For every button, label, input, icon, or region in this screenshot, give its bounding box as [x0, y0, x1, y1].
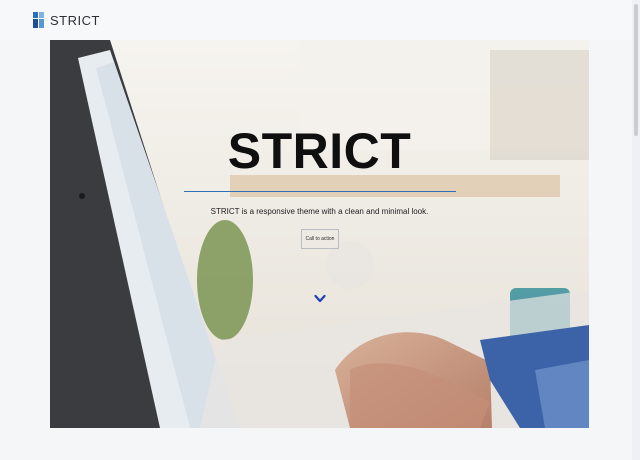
page-footer-area: [0, 428, 632, 460]
brand-name: STRICT: [50, 12, 100, 28]
hero-section: STRICT STRICT is a responsive theme with…: [50, 40, 589, 428]
scrollbar-thumb[interactable]: [634, 4, 638, 136]
top-navbar: STRICT: [0, 0, 632, 40]
hero-content: STRICT STRICT is a responsive theme with…: [50, 40, 589, 428]
hero-subtitle: STRICT is a responsive theme with a clea…: [210, 207, 429, 216]
hero-title: STRICT: [227, 123, 412, 179]
strict-logo-icon: [33, 12, 45, 28]
hero-divider: [184, 191, 456, 192]
chevron-down-icon[interactable]: [314, 294, 326, 304]
page-scrollbar[interactable]: [632, 0, 640, 460]
brand-logo[interactable]: STRICT: [33, 11, 100, 29]
call-to-action-button[interactable]: Call to action: [301, 229, 339, 249]
